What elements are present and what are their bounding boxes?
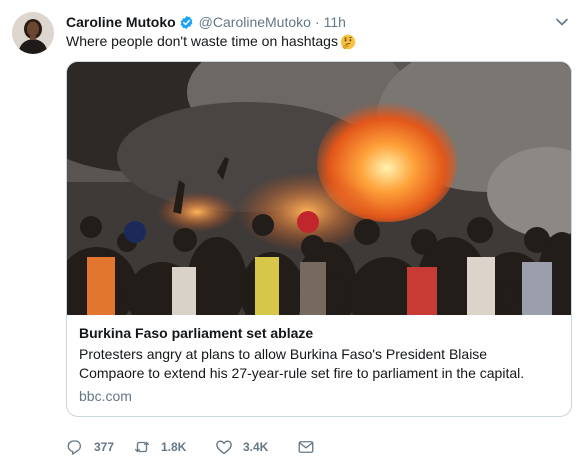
- link-card[interactable]: Burkina Faso parliament set ablaze Prote…: [66, 61, 572, 417]
- tweet: Caroline Mutoko @CarolineMutoko · 11h Wh…: [0, 0, 584, 462]
- card-description-line-2: Compaore to extend his 27-year-rule set …: [79, 365, 525, 381]
- verified-badge-icon: [179, 15, 194, 30]
- heart-icon: [215, 438, 233, 456]
- tweet-text-content: Where people don't waste time on hashtag…: [66, 33, 338, 49]
- tweet-actions: 377 1.8K 3.4K: [66, 436, 315, 458]
- reply-count: 377: [94, 440, 115, 454]
- retweet-button[interactable]: 1.8K: [133, 438, 215, 456]
- card-description-line-1: Protesters angry at plans to allow Burki…: [79, 346, 488, 362]
- tweet-text: Where people don't waste time on hashtag…: [66, 32, 356, 51]
- retweet-icon: [133, 438, 151, 456]
- card-title: Burkina Faso parliament set ablaze: [79, 325, 314, 341]
- tweet-header: Caroline Mutoko @CarolineMutoko · 11h: [66, 12, 346, 32]
- card-body: Burkina Faso parliament set ablaze Prote…: [67, 315, 571, 406]
- separator-dot: ·: [314, 14, 320, 30]
- card-description: Protesters angry at plans to allow Burki…: [79, 345, 559, 383]
- card-image[interactable]: [67, 62, 571, 315]
- avatar[interactable]: [12, 12, 54, 54]
- direct-message-button[interactable]: [297, 438, 315, 456]
- like-count: 3.4K: [243, 440, 269, 454]
- chevron-down-icon[interactable]: [554, 14, 570, 30]
- retweet-count: 1.8K: [161, 440, 187, 454]
- tweet-timestamp[interactable]: 11h: [324, 14, 346, 30]
- card-domain: bbc.com: [79, 388, 132, 404]
- reply-button[interactable]: 377: [66, 438, 133, 456]
- thinking-face-icon: [340, 34, 356, 50]
- reply-icon: [66, 438, 84, 456]
- envelope-icon: [297, 438, 315, 456]
- like-button[interactable]: 3.4K: [215, 438, 297, 456]
- author-handle[interactable]: @CarolineMutoko: [199, 14, 311, 30]
- author-name[interactable]: Caroline Mutoko: [66, 14, 176, 30]
